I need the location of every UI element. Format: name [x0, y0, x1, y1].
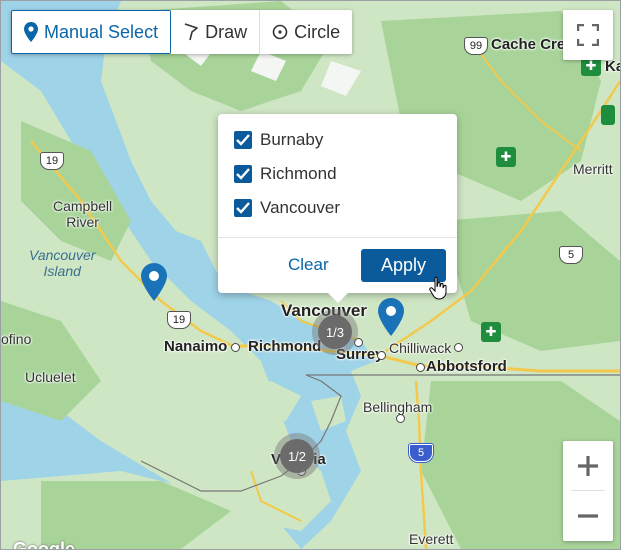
place-chilliwack: Chilliwack [389, 340, 452, 356]
option-burnaby[interactable]: Burnaby [234, 130, 323, 150]
highway-19-shield-north: 19 [40, 152, 64, 170]
draw-polygon-icon [184, 23, 198, 41]
place-merritt: Merritt [573, 161, 613, 177]
zoom-out-button[interactable] [563, 491, 613, 540]
area-selection-popup: Burnaby Richmond Vancouver Clear Apply [218, 114, 457, 303]
option-label: Vancouver [260, 198, 341, 217]
park-icon: ✚ [496, 147, 516, 167]
popup-divider [218, 237, 457, 238]
fullscreen-icon [577, 24, 599, 46]
place-ucluelet: Ucluelet [25, 369, 76, 385]
place-richmond: Richmond [248, 338, 322, 355]
highway-19-shield-south: 19 [167, 311, 191, 329]
selection-toolbar: Manual Select Draw Circle [11, 10, 353, 54]
place-campbell-river: Campbell River [53, 198, 113, 230]
cluster-count: 1/2 [280, 439, 314, 473]
park-icon [601, 105, 615, 125]
option-label: Burnaby [260, 130, 324, 149]
city-dot-bellingham [396, 414, 405, 423]
place-abbotsford: Abbotsford [426, 358, 507, 375]
checkbox-richmond[interactable] [234, 165, 252, 183]
zoom-in-button[interactable] [563, 441, 613, 490]
popup-arrow [328, 293, 348, 303]
marker-cluster[interactable]: 1/3 [312, 309, 358, 355]
circle-icon [272, 24, 288, 40]
place-bellingham: Bellingham [363, 399, 433, 415]
clear-button[interactable]: Clear [288, 255, 329, 275]
marker-cluster[interactable]: 1/2 [274, 433, 320, 479]
checkbox-burnaby[interactable] [234, 131, 252, 149]
checkmark-icon [236, 168, 250, 180]
option-vancouver[interactable]: Vancouver [234, 198, 340, 218]
checkmark-icon [236, 202, 250, 214]
place-kamloops: Ka [605, 58, 620, 75]
zoom-control [563, 441, 613, 541]
draw-button[interactable]: Draw [171, 10, 261, 54]
option-label: Richmond [260, 164, 337, 183]
plus-icon [578, 455, 598, 476]
hand-cursor-icon [429, 276, 447, 300]
manual-select-button[interactable]: Manual Select [11, 10, 172, 54]
manual-select-label: Manual Select [44, 21, 159, 42]
map-pin-icon [24, 22, 38, 42]
place-nanaimo: Nanaimo [164, 338, 228, 355]
location-pin-icon[interactable] [378, 298, 404, 336]
map-canvas[interactable]: Cache Creek Ka Merritt Campbell River Va… [0, 0, 621, 550]
checkbox-vancouver[interactable] [234, 199, 252, 217]
highway-99-shield: 99 [464, 37, 488, 55]
draw-label: Draw [205, 21, 248, 42]
city-dot-surrey [377, 351, 386, 360]
place-vancouver-island: Vancouver Island [29, 247, 96, 279]
place-tofino: ofino [1, 331, 32, 347]
highway-5-shield: 5 [559, 246, 583, 264]
city-dot-abbotsford [416, 363, 425, 372]
cluster-count: 1/3 [318, 315, 352, 349]
option-richmond[interactable]: Richmond [234, 164, 337, 184]
fullscreen-button[interactable] [563, 10, 613, 60]
park-icon: ✚ [481, 322, 501, 342]
place-everett: Everett [409, 531, 454, 547]
location-pin-icon[interactable] [141, 263, 167, 301]
interstate-5-shield: 5 [409, 444, 433, 462]
checkmark-icon [236, 134, 250, 146]
minus-icon [578, 513, 598, 518]
circle-button[interactable]: Circle [260, 10, 352, 54]
city-dot-chilliwack [454, 343, 463, 352]
circle-label: Circle [294, 21, 341, 42]
google-attribution: Google [13, 539, 75, 550]
city-dot-nanaimo [231, 343, 240, 352]
